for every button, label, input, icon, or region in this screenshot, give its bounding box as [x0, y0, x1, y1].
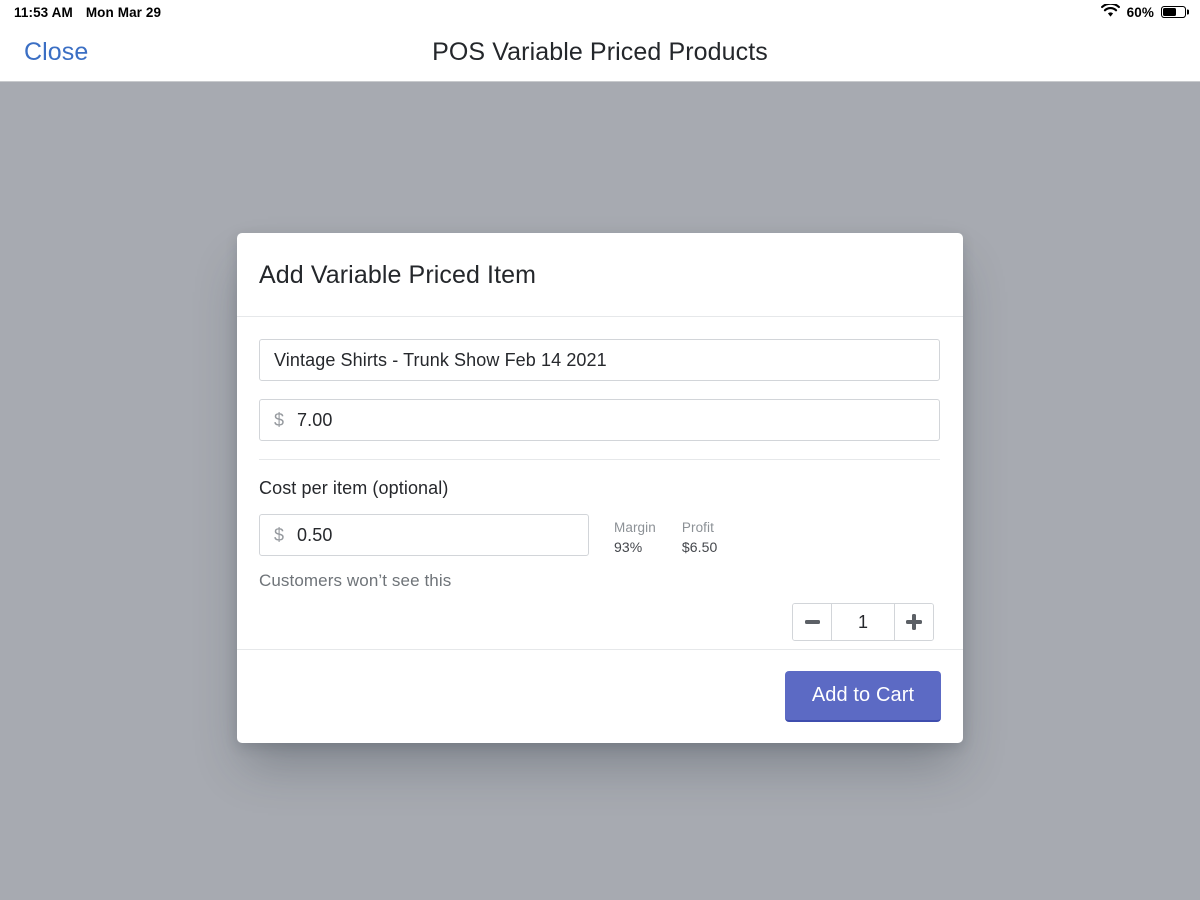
battery-fill [1163, 8, 1176, 16]
price-field[interactable]: $ [259, 399, 940, 441]
status-bar-right: 60% [1100, 2, 1186, 21]
margin-metric: Margin 93% [614, 520, 656, 555]
profit-value: $6.50 [681, 539, 718, 555]
modal-body: $ Cost per item (optional) $ Margin 93% … [237, 317, 963, 649]
section-divider [259, 459, 940, 460]
cost-helper-text: Customers won’t see this [259, 571, 452, 590]
status-date: Mon Mar 29 [85, 4, 162, 20]
price-input[interactable] [297, 409, 925, 431]
cost-currency-symbol-icon: $ [274, 524, 285, 545]
cost-per-item-label: Cost per item (optional) [259, 478, 449, 498]
battery-percent-label: 60% [1126, 4, 1154, 20]
quantity-increment-button[interactable] [894, 604, 933, 640]
status-time: 11:53 AM [14, 4, 73, 20]
cost-per-item-field[interactable]: $ [259, 514, 589, 556]
battery-icon [1161, 5, 1186, 19]
quantity-row [259, 603, 941, 641]
add-to-cart-button[interactable]: Add to Cart [785, 671, 941, 722]
margin-label: Margin [614, 520, 656, 535]
wifi-icon [1100, 2, 1120, 21]
profit-label: Profit [681, 520, 714, 535]
item-name-input[interactable] [274, 349, 925, 371]
status-bar-left: 11:53 AM Mon Mar 29 [14, 5, 161, 20]
margin-value: 93% [614, 539, 643, 555]
navigation-bar: Close POS Variable Priced Products [0, 24, 1200, 82]
minus-icon [804, 619, 820, 625]
modal-title: Add Variable Priced Item [259, 261, 537, 289]
close-button[interactable]: Close [24, 38, 88, 67]
quantity-decrement-button[interactable] [793, 604, 832, 640]
metrics-group: Margin 93% Profit $6.50 [614, 514, 717, 555]
currency-symbol-icon: $ [274, 409, 285, 430]
plus-icon [906, 614, 922, 630]
status-bar: 11:53 AM Mon Mar 29 60% [0, 0, 1200, 24]
modal-header: Add Variable Priced Item [237, 233, 963, 317]
item-name-field[interactable] [259, 339, 940, 381]
cost-per-item-input[interactable] [297, 524, 574, 546]
profit-metric: Profit $6.50 [682, 520, 718, 555]
quantity-stepper[interactable] [792, 603, 934, 641]
modal-footer: Add to Cart [237, 649, 963, 743]
page-title: POS Variable Priced Products [432, 38, 768, 66]
quantity-input[interactable] [832, 604, 894, 640]
cost-row: $ Margin 93% Profit $6.50 [259, 514, 941, 556]
add-variable-priced-item-modal: Add Variable Priced Item $ Cost per item… [237, 233, 963, 743]
